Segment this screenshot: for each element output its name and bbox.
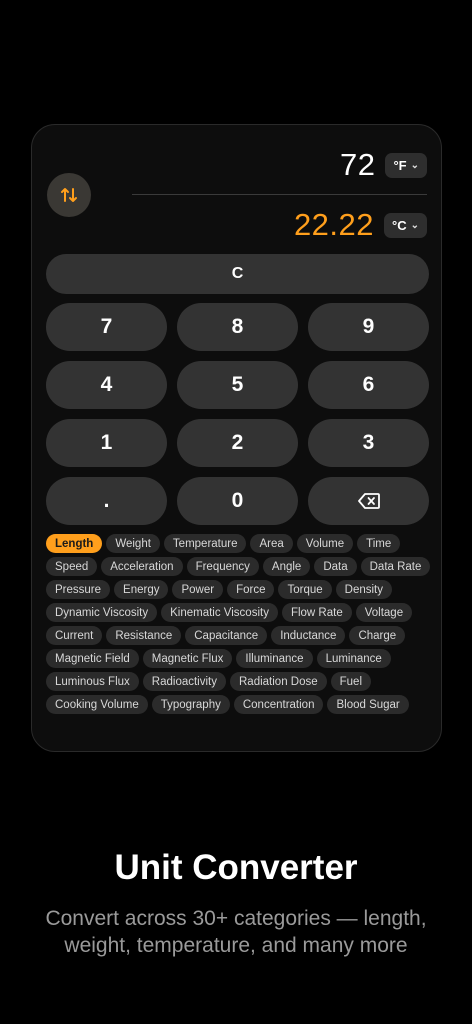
backspace-button[interactable]	[308, 477, 429, 525]
category-chip-acceleration[interactable]: Acceleration	[101, 557, 183, 576]
chevron-down-icon: ⌄	[410, 159, 419, 171]
category-chip-temperature[interactable]: Temperature	[163, 534, 247, 553]
promo-title: Unit Converter	[114, 848, 358, 887]
category-chip-frequency[interactable]: Frequency	[186, 557, 259, 576]
category-chip-magnetic-field[interactable]: Magnetic Field	[46, 649, 139, 668]
category-chip-resistance[interactable]: Resistance	[106, 626, 182, 645]
category-chip-flow-rate[interactable]: Flow Rate	[281, 603, 352, 622]
category-chip-radioactivity[interactable]: Radioactivity	[142, 672, 226, 691]
key-5[interactable]: 5	[177, 361, 298, 409]
category-chip-concentration[interactable]: Concentration	[233, 695, 324, 714]
category-chip-fuel[interactable]: Fuel	[330, 672, 372, 691]
to-value: 22.22	[293, 207, 375, 242]
from-unit-label: °F	[393, 157, 407, 173]
category-chips: Length Weight Temperature Area Volume Time Spe…	[46, 534, 431, 714]
category-chip-current[interactable]: Current	[46, 626, 103, 645]
category-chip-torque[interactable]: Torque	[278, 580, 332, 599]
category-chip-pressure[interactable]: Pressure	[46, 580, 111, 599]
category-chip-time[interactable]: Time	[357, 534, 401, 553]
swap-units-button[interactable]	[47, 173, 91, 217]
key-6[interactable]: 6	[308, 361, 429, 409]
category-chip-kinematic-viscosity[interactable]: Kinematic Viscosity	[161, 603, 278, 622]
from-unit-select[interactable]: °F ⌄	[385, 152, 427, 178]
key-4[interactable]: 4	[46, 361, 167, 409]
category-chip-angle[interactable]: Angle	[262, 557, 311, 576]
from-row: 72 °F ⌄	[340, 147, 427, 183]
category-chip-density[interactable]: Density	[335, 580, 393, 599]
category-chip-radiation-dose[interactable]: Radiation Dose	[230, 672, 327, 691]
from-value[interactable]: 72	[340, 147, 375, 183]
swap-arrows-icon	[61, 188, 77, 202]
divider	[132, 194, 427, 195]
category-chip-inductance[interactable]: Inductance	[271, 626, 346, 645]
to-row: 22.22 °C ⌄	[294, 207, 427, 243]
chevron-down-icon: ⌄	[410, 219, 419, 231]
category-chip-blood-sugar[interactable]: Blood Sugar	[327, 695, 409, 714]
key-0[interactable]: 0	[177, 477, 298, 525]
category-chip-speed[interactable]: Speed	[46, 557, 98, 576]
promo-subtitle: Convert across 30+ categories — length, …	[45, 907, 427, 957]
category-chip-magnetic-flux[interactable]: Magnetic Flux	[142, 649, 233, 668]
category-chip-weight[interactable]: Weight	[106, 534, 160, 553]
category-chip-typography[interactable]: Typography	[151, 695, 230, 714]
key-1[interactable]: 1	[46, 419, 167, 467]
category-chip-data-rate[interactable]: Data Rate	[360, 557, 431, 576]
key-8[interactable]: 8	[177, 303, 298, 351]
key-2[interactable]: 2	[177, 419, 298, 467]
category-chip-data[interactable]: Data	[314, 557, 357, 576]
category-chip-length[interactable]: Length	[46, 534, 103, 553]
category-chip-luminance[interactable]: Luminance	[316, 649, 391, 668]
category-chip-charge[interactable]: Charge	[349, 626, 406, 645]
key-9[interactable]: 9	[308, 303, 429, 351]
category-chip-power[interactable]: Power	[172, 580, 224, 599]
backspace-icon	[357, 493, 380, 509]
clear-button[interactable]: C	[46, 254, 429, 294]
category-chip-volume[interactable]: Volume	[296, 534, 354, 553]
category-chip-capacitance[interactable]: Capacitance	[185, 626, 268, 645]
key-decimal[interactable]: .	[46, 477, 167, 525]
to-unit-label: °C	[392, 217, 407, 233]
category-chip-voltage[interactable]: Voltage	[355, 603, 413, 622]
converter-card: 72 °F ⌄ 22.22 °C ⌄ C 7 8 9 4 5 6 1 2 3 .…	[31, 124, 442, 752]
to-unit-select[interactable]: °C ⌄	[384, 212, 427, 238]
category-chip-cooking-volume[interactable]: Cooking Volume	[46, 695, 148, 714]
key-3[interactable]: 3	[308, 419, 429, 467]
category-chip-luminous-flux[interactable]: Luminous Flux	[46, 672, 139, 691]
category-chip-force[interactable]: Force	[227, 580, 275, 599]
key-7[interactable]: 7	[46, 303, 167, 351]
category-chip-illuminance[interactable]: Illuminance	[236, 649, 313, 668]
category-chip-area[interactable]: Area	[250, 534, 293, 553]
category-chip-dynamic-viscosity[interactable]: Dynamic Viscosity	[46, 603, 158, 622]
category-chip-energy[interactable]: Energy	[114, 580, 169, 599]
keypad: 7 8 9 4 5 6 1 2 3 . 0	[46, 303, 429, 525]
